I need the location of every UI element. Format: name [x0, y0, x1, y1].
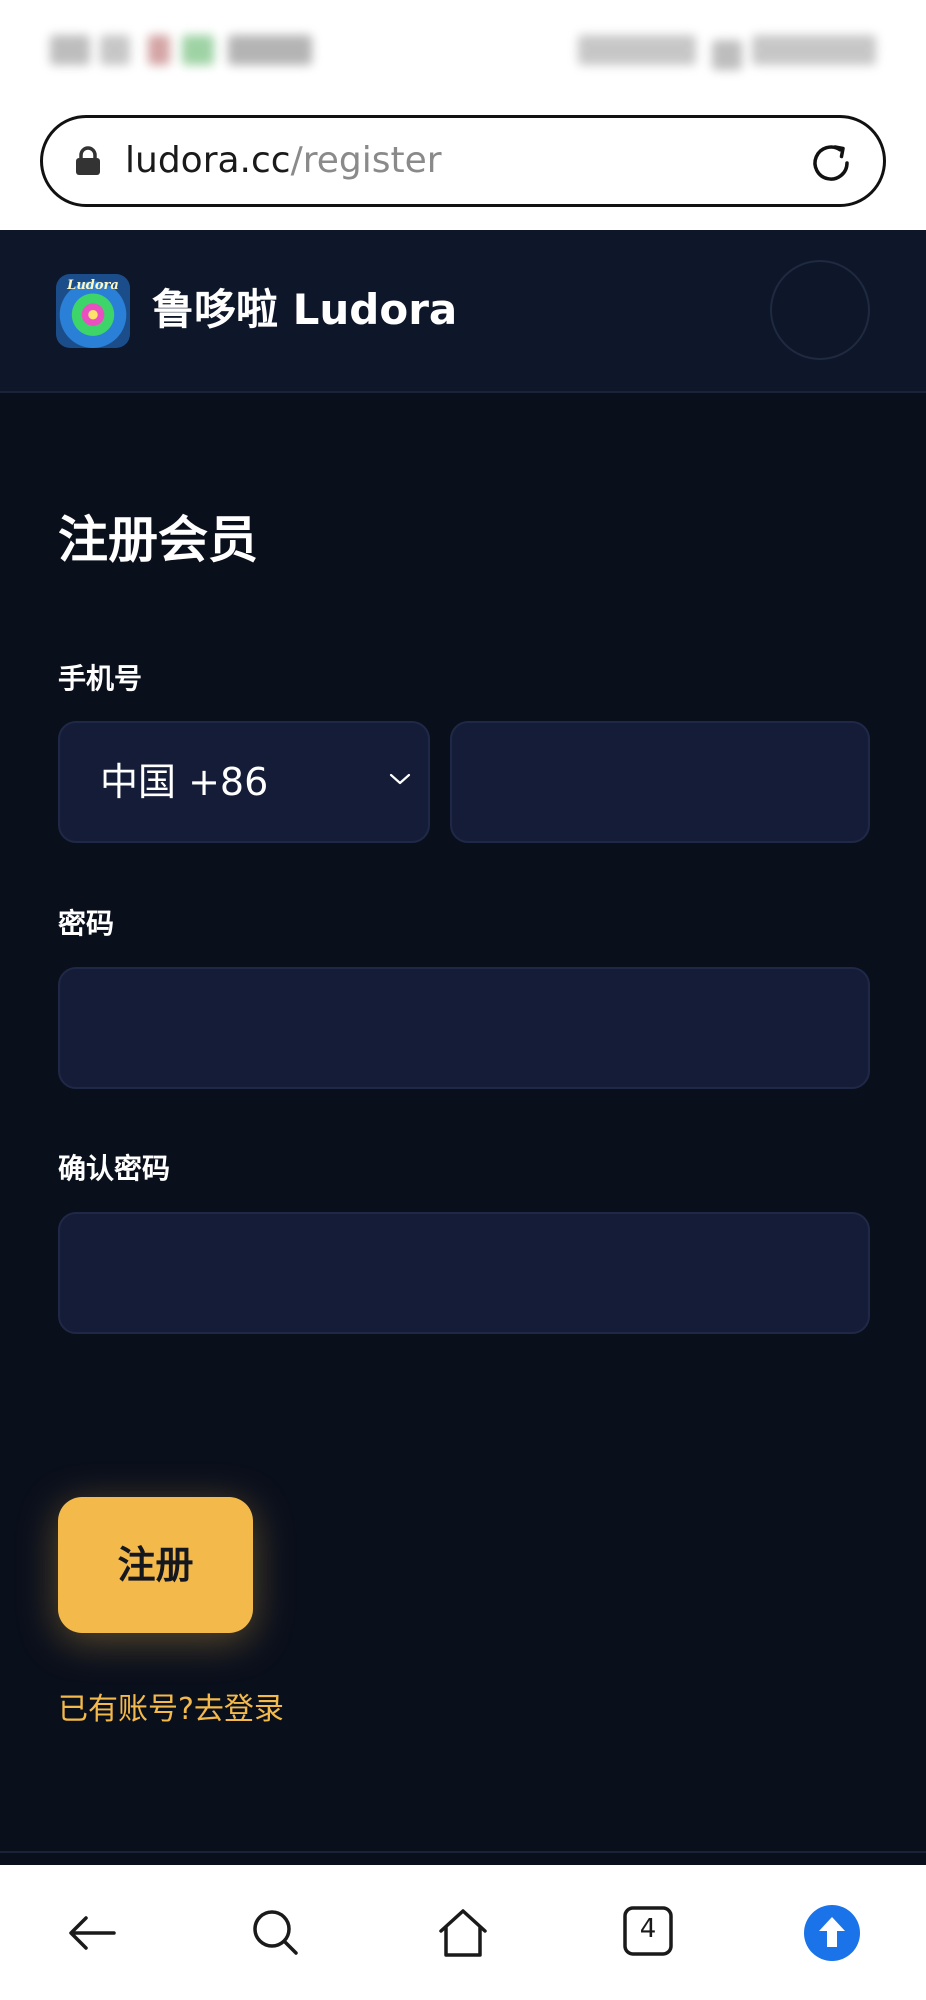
chevron-down-icon [389, 773, 411, 785]
logo-text: Ludora [67, 278, 119, 293]
status-bar [0, 0, 926, 105]
status-indicator [148, 35, 170, 65]
browser-toolbar: ludora.cc/register [0, 105, 926, 230]
page-title: 注册会员 [58, 511, 258, 569]
confirm-password-input[interactable] [58, 1212, 870, 1334]
status-indicator [712, 40, 742, 70]
status-indicator [228, 35, 312, 65]
status-indicator [50, 35, 90, 65]
tabs-icon[interactable]: 4 [620, 1905, 676, 1961]
country-code-select[interactable]: 中国 +86 [58, 721, 430, 843]
upload-icon[interactable] [802, 1903, 862, 1963]
password-input[interactable] [58, 967, 870, 1089]
url-domain: ludora.cc [125, 140, 291, 181]
register-button[interactable]: 注册 [58, 1497, 253, 1633]
url-path: /register [290, 140, 442, 181]
status-indicator [752, 35, 876, 65]
lock-icon [76, 146, 100, 175]
address-bar[interactable]: ludora.cc/register [40, 115, 886, 207]
site-logo[interactable]: Ludora [56, 274, 130, 348]
status-indicator [578, 35, 696, 65]
site-header: Ludora 鲁哆啦 Ludora [0, 230, 926, 393]
main-content: 注册会员 手机号 中国 +86 密码 确认密码 注册 已有账号?去登录 [0, 393, 926, 1853]
register-page: ludora.cc/register Ludora 鲁哆啦 Ludora 注册会… [0, 0, 926, 2000]
divider [0, 1851, 926, 1853]
back-arrow-icon[interactable] [64, 1905, 120, 1961]
url-text[interactable]: ludora.cc/register [125, 138, 442, 184]
password-label: 密码 [58, 907, 115, 940]
search-icon[interactable] [248, 1905, 304, 1961]
country-code-value: 中国 +86 [100, 760, 269, 804]
reload-icon[interactable] [807, 139, 855, 187]
confirm-password-label: 确认密码 [58, 1152, 171, 1185]
phone-label: 手机号 [58, 662, 143, 695]
browser-bottom-nav: 4 [0, 1865, 926, 2000]
menu-button[interactable] [770, 260, 870, 360]
phone-input[interactable] [450, 721, 870, 843]
status-indicator [100, 35, 130, 65]
site-title[interactable]: 鲁哆啦 Ludora [152, 282, 457, 338]
login-link[interactable]: 已有账号?去登录 [58, 1690, 284, 1730]
status-indicator [182, 35, 214, 65]
tab-count: 4 [639, 1914, 657, 1944]
home-icon[interactable] [435, 1905, 491, 1961]
